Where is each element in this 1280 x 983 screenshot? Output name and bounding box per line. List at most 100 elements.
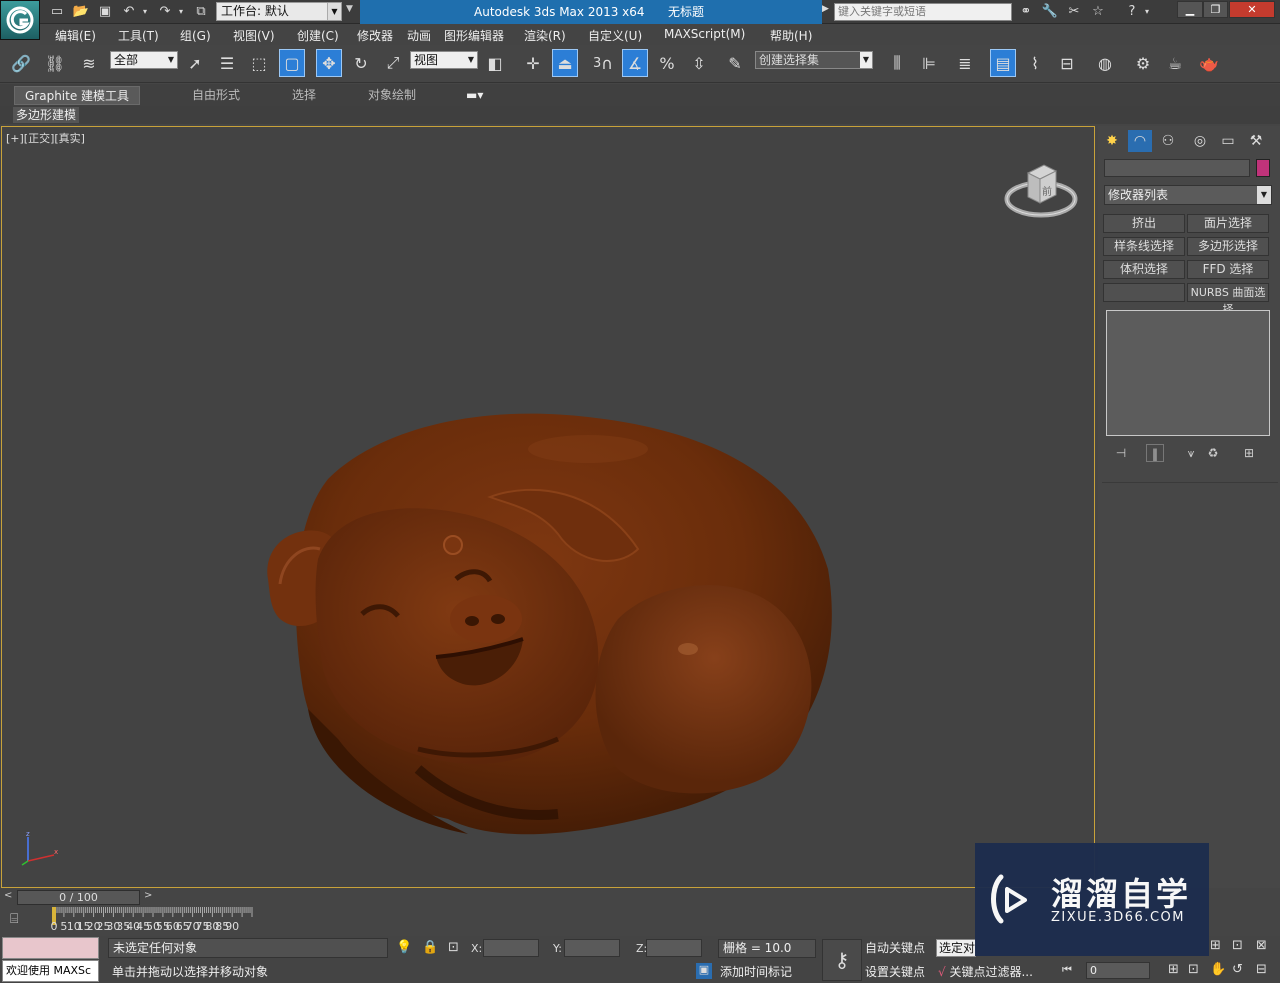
y-coordinate-input[interactable]	[564, 939, 620, 957]
percent-snap-icon[interactable]: %	[654, 49, 680, 77]
edit-named-selection-icon[interactable]: ✎	[722, 49, 748, 77]
mirror-icon[interactable]: ⫼	[884, 49, 910, 77]
time-tag-icon[interactable]: ▣	[696, 963, 712, 979]
search-input[interactable]: 键入关键字或短语	[834, 3, 1012, 21]
pivot-center-icon[interactable]: ◧	[482, 49, 508, 77]
menu-customize[interactable]: 自定义(U)	[588, 27, 642, 44]
app-menu-button[interactable]	[0, 0, 40, 40]
angle-snap-icon[interactable]: ∡	[622, 49, 648, 77]
menu-create[interactable]: 创建(C)	[297, 27, 339, 44]
menu-graph-editors[interactable]: 图形编辑器	[444, 27, 504, 44]
window-crossing-icon[interactable]: ▢	[279, 49, 305, 77]
pan-hand-icon[interactable]: ✋	[1210, 962, 1226, 977]
manipulate-icon[interactable]: ✛	[520, 49, 546, 77]
tab-selection[interactable]: 选择	[282, 86, 326, 105]
show-end-result-icon[interactable]: ‖	[1146, 444, 1164, 462]
zoom-extents-all-icon[interactable]: ⊡	[1232, 938, 1243, 953]
layer-manager-icon[interactable]: ≣	[952, 49, 978, 77]
named-selection-set-select[interactable]: 创建选择集 ▼	[755, 51, 873, 69]
schematic-view-icon[interactable]: ⊟	[1054, 49, 1080, 77]
subscription-icon[interactable]: 🔧	[1040, 3, 1060, 21]
zoom-extents-selected-icon[interactable]: ⊠	[1256, 938, 1267, 953]
material-editor-icon[interactable]: ◍	[1092, 49, 1118, 77]
object-name-input[interactable]	[1104, 159, 1250, 177]
poly-select-button[interactable]: 多边形选择	[1187, 237, 1269, 256]
select-and-move-icon[interactable]: ✥	[316, 49, 342, 77]
viewport-label[interactable]: [+][正交][真实]	[6, 130, 85, 146]
zoom-all-icon[interactable]: ⊞	[1210, 938, 1221, 953]
rendered-frame-window-icon[interactable]: ☕	[1162, 49, 1188, 77]
set-key-icon[interactable]: ⚷	[822, 939, 862, 981]
remove-modifier-icon[interactable]: ♻	[1204, 444, 1222, 462]
snaps-toggle-icon[interactable]: 3 ∩	[590, 49, 616, 77]
set-key-button[interactable]: 设置关键点	[865, 963, 925, 981]
selection-filter-select[interactable]: 全部 ▼	[110, 51, 178, 69]
ffd-select-button[interactable]: FFD 选择	[1187, 260, 1269, 279]
minimize-button[interactable]: ▁	[1177, 1, 1203, 18]
empty-modifier-button[interactable]	[1103, 283, 1185, 302]
maxscript-listener-input[interactable]	[2, 937, 99, 959]
viewport-perspective[interactable]: [+][正交][真实] 前 z x	[1, 126, 1095, 888]
create-panel-icon[interactable]: ✸	[1100, 130, 1124, 152]
undo-dropdown-icon[interactable]: ▾	[140, 3, 150, 20]
utilities-panel-icon[interactable]: ⚒	[1244, 130, 1268, 152]
hierarchy-panel-icon[interactable]: ⚇	[1156, 130, 1180, 152]
rectangular-selection-icon[interactable]: ⬚	[246, 49, 272, 77]
track-view-icon[interactable]: ⌸	[10, 911, 18, 927]
add-time-tag[interactable]: 添加时间标记	[720, 963, 792, 981]
z-coordinate-input[interactable]	[646, 939, 702, 957]
nurbs-surface-select-button[interactable]: NURBS 曲面选择	[1187, 283, 1269, 316]
new-file-icon[interactable]: ▭	[48, 3, 66, 20]
curve-editor-icon[interactable]: ⌇	[1022, 49, 1048, 77]
select-and-scale-icon[interactable]: ⤢	[380, 49, 406, 77]
pig-model[interactable]	[258, 409, 838, 839]
menu-modifiers[interactable]: 修改器	[357, 27, 393, 44]
workspace-select[interactable]: 工作台: 默认 ▼	[216, 2, 342, 21]
workspace-arrow-icon[interactable]: ▼	[346, 4, 356, 19]
favorites-star-icon[interactable]: ☆	[1088, 3, 1108, 21]
help-dropdown-icon[interactable]: ▾	[1142, 3, 1152, 21]
menu-tools[interactable]: 工具(T)	[118, 27, 159, 44]
select-and-rotate-icon[interactable]: ↻	[348, 49, 374, 77]
tab-freeform[interactable]: 自由形式	[182, 86, 250, 105]
redo-dropdown-icon[interactable]: ▾	[176, 3, 186, 20]
binoculars-icon[interactable]: ⚭	[1016, 3, 1036, 21]
modifier-list-select[interactable]: 修改器列表 ▼	[1104, 185, 1272, 205]
ribbon-options-icon[interactable]: ▬▾	[456, 86, 493, 105]
align-icon[interactable]: ⊫	[916, 49, 942, 77]
unlink-icon[interactable]: ⛓	[42, 49, 68, 77]
isolate-selection-icon[interactable]: 💡	[396, 940, 412, 955]
keyboard-shortcut-override-icon[interactable]: ⏏	[552, 49, 578, 77]
volume-select-button[interactable]: 体积选择	[1103, 260, 1185, 279]
viewcube-icon[interactable]: 前	[1004, 159, 1078, 223]
key-mode-select[interactable]: 选定对	[936, 939, 976, 957]
reference-coordinate-select[interactable]: 视图 ▼	[410, 51, 478, 69]
spinner-snap-icon[interactable]: ⇳	[686, 49, 712, 77]
maximize-viewport-icon[interactable]: ⊟	[1256, 962, 1267, 977]
bind-space-warp-icon[interactable]: ≋	[76, 49, 102, 77]
modify-panel-icon[interactable]: ◠	[1128, 130, 1152, 152]
selection-lock-icon[interactable]: 🔒	[422, 940, 438, 955]
key-filters-button[interactable]: √ 关键点过滤器...	[938, 963, 1033, 981]
menu-edit[interactable]: 编辑(E)	[55, 27, 96, 44]
x-coordinate-input[interactable]	[483, 939, 539, 957]
orbit-icon[interactable]: ↺	[1232, 962, 1243, 977]
modifier-stack[interactable]	[1106, 310, 1270, 436]
select-by-name-icon[interactable]: ☰	[214, 49, 240, 77]
extrude-button[interactable]: 挤出	[1103, 214, 1185, 233]
help-icon[interactable]: ?	[1122, 3, 1142, 21]
pin-stack-icon[interactable]: ⊣	[1112, 444, 1130, 462]
menu-group[interactable]: 组(G)	[180, 27, 211, 44]
menu-animation[interactable]: 动画	[407, 27, 431, 44]
redo-icon[interactable]: ↷	[156, 3, 174, 20]
display-panel-icon[interactable]: ▭	[1216, 130, 1240, 152]
patch-select-button[interactable]: 面片选择	[1187, 214, 1269, 233]
save-file-icon[interactable]: ▣	[96, 3, 114, 20]
search-arrow-icon[interactable]: ▶	[822, 4, 829, 14]
select-and-link-icon[interactable]: 🔗	[8, 49, 34, 77]
motion-panel-icon[interactable]: ◎	[1188, 130, 1212, 152]
render-production-icon[interactable]: 🫖	[1196, 49, 1222, 77]
time-next-icon[interactable]: >	[144, 890, 152, 901]
auto-key-button[interactable]: 自动关键点	[865, 939, 925, 957]
time-prev-icon[interactable]: <	[4, 890, 12, 901]
